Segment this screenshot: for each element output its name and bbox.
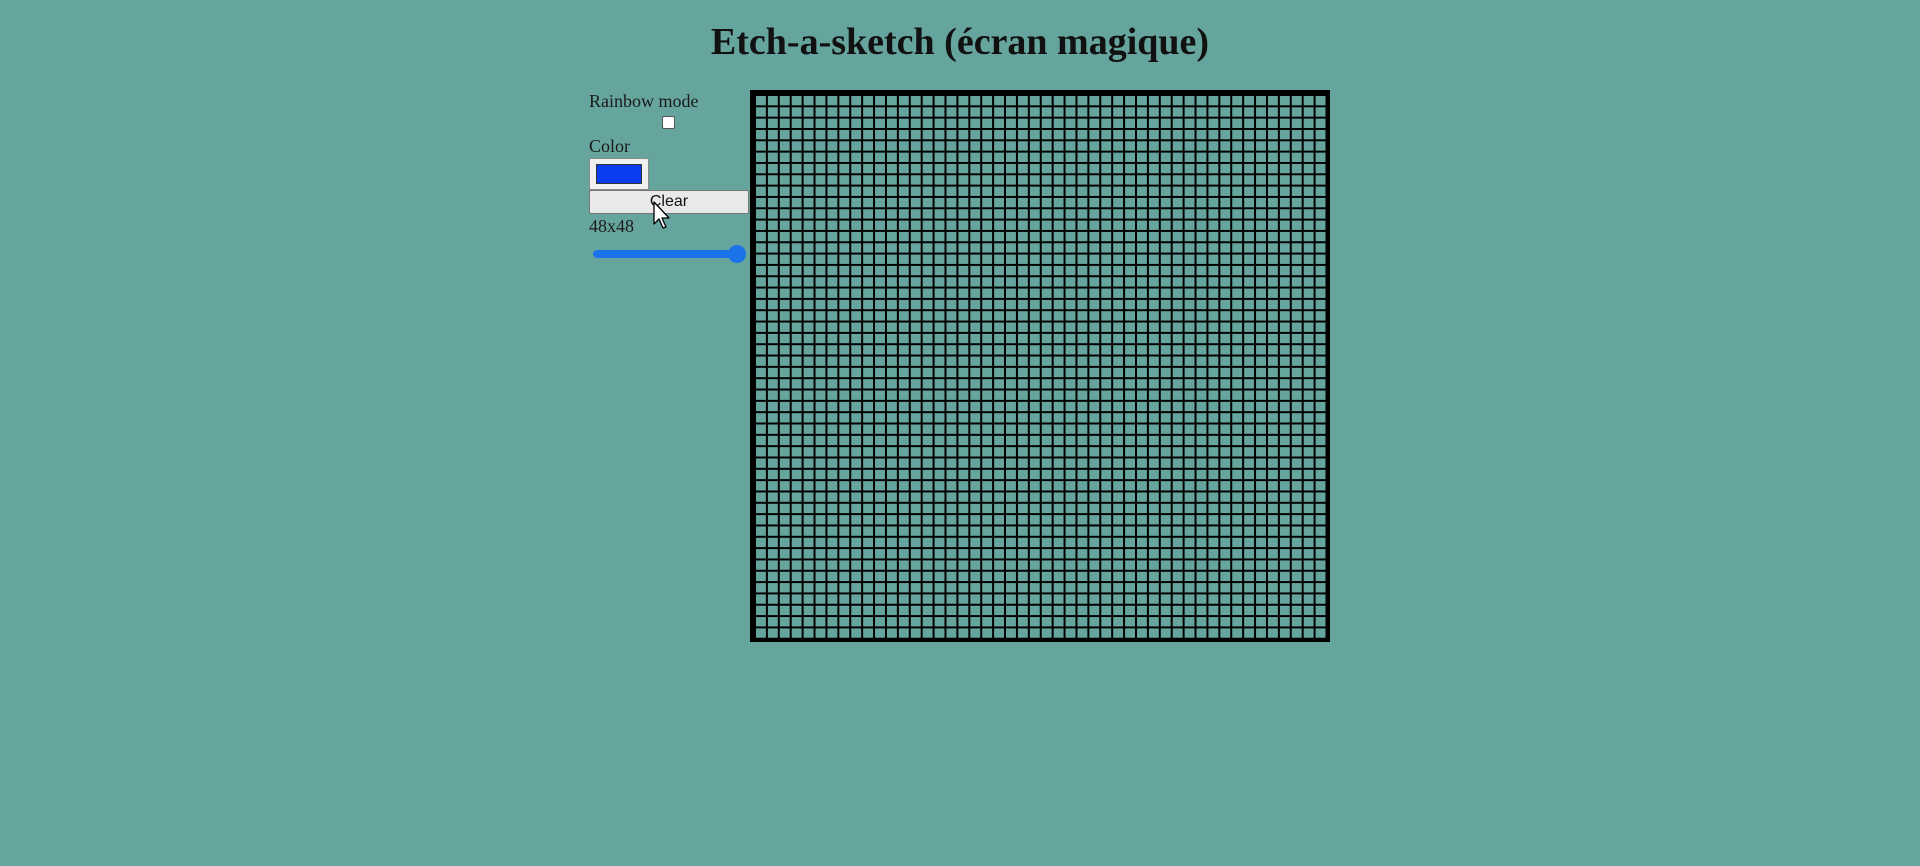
rainbow-mode-checkbox[interactable] — [662, 116, 675, 129]
color-label: Color — [589, 136, 631, 156]
rainbow-mode-label: Rainbow mode — [589, 91, 699, 111]
grid-size-label: 48x48 — [589, 216, 634, 236]
mouse-pointer-icon — [653, 201, 670, 229]
color-picker[interactable] — [589, 158, 649, 190]
grid-size-slider[interactable] — [593, 244, 746, 264]
page-title: Etch-a-sketch (écran magique) — [710, 21, 1210, 63]
sketch-grid[interactable] — [750, 90, 1330, 642]
slider-track — [593, 250, 737, 258]
slider-thumb[interactable] — [728, 245, 746, 263]
color-picker-swatch — [596, 164, 642, 184]
